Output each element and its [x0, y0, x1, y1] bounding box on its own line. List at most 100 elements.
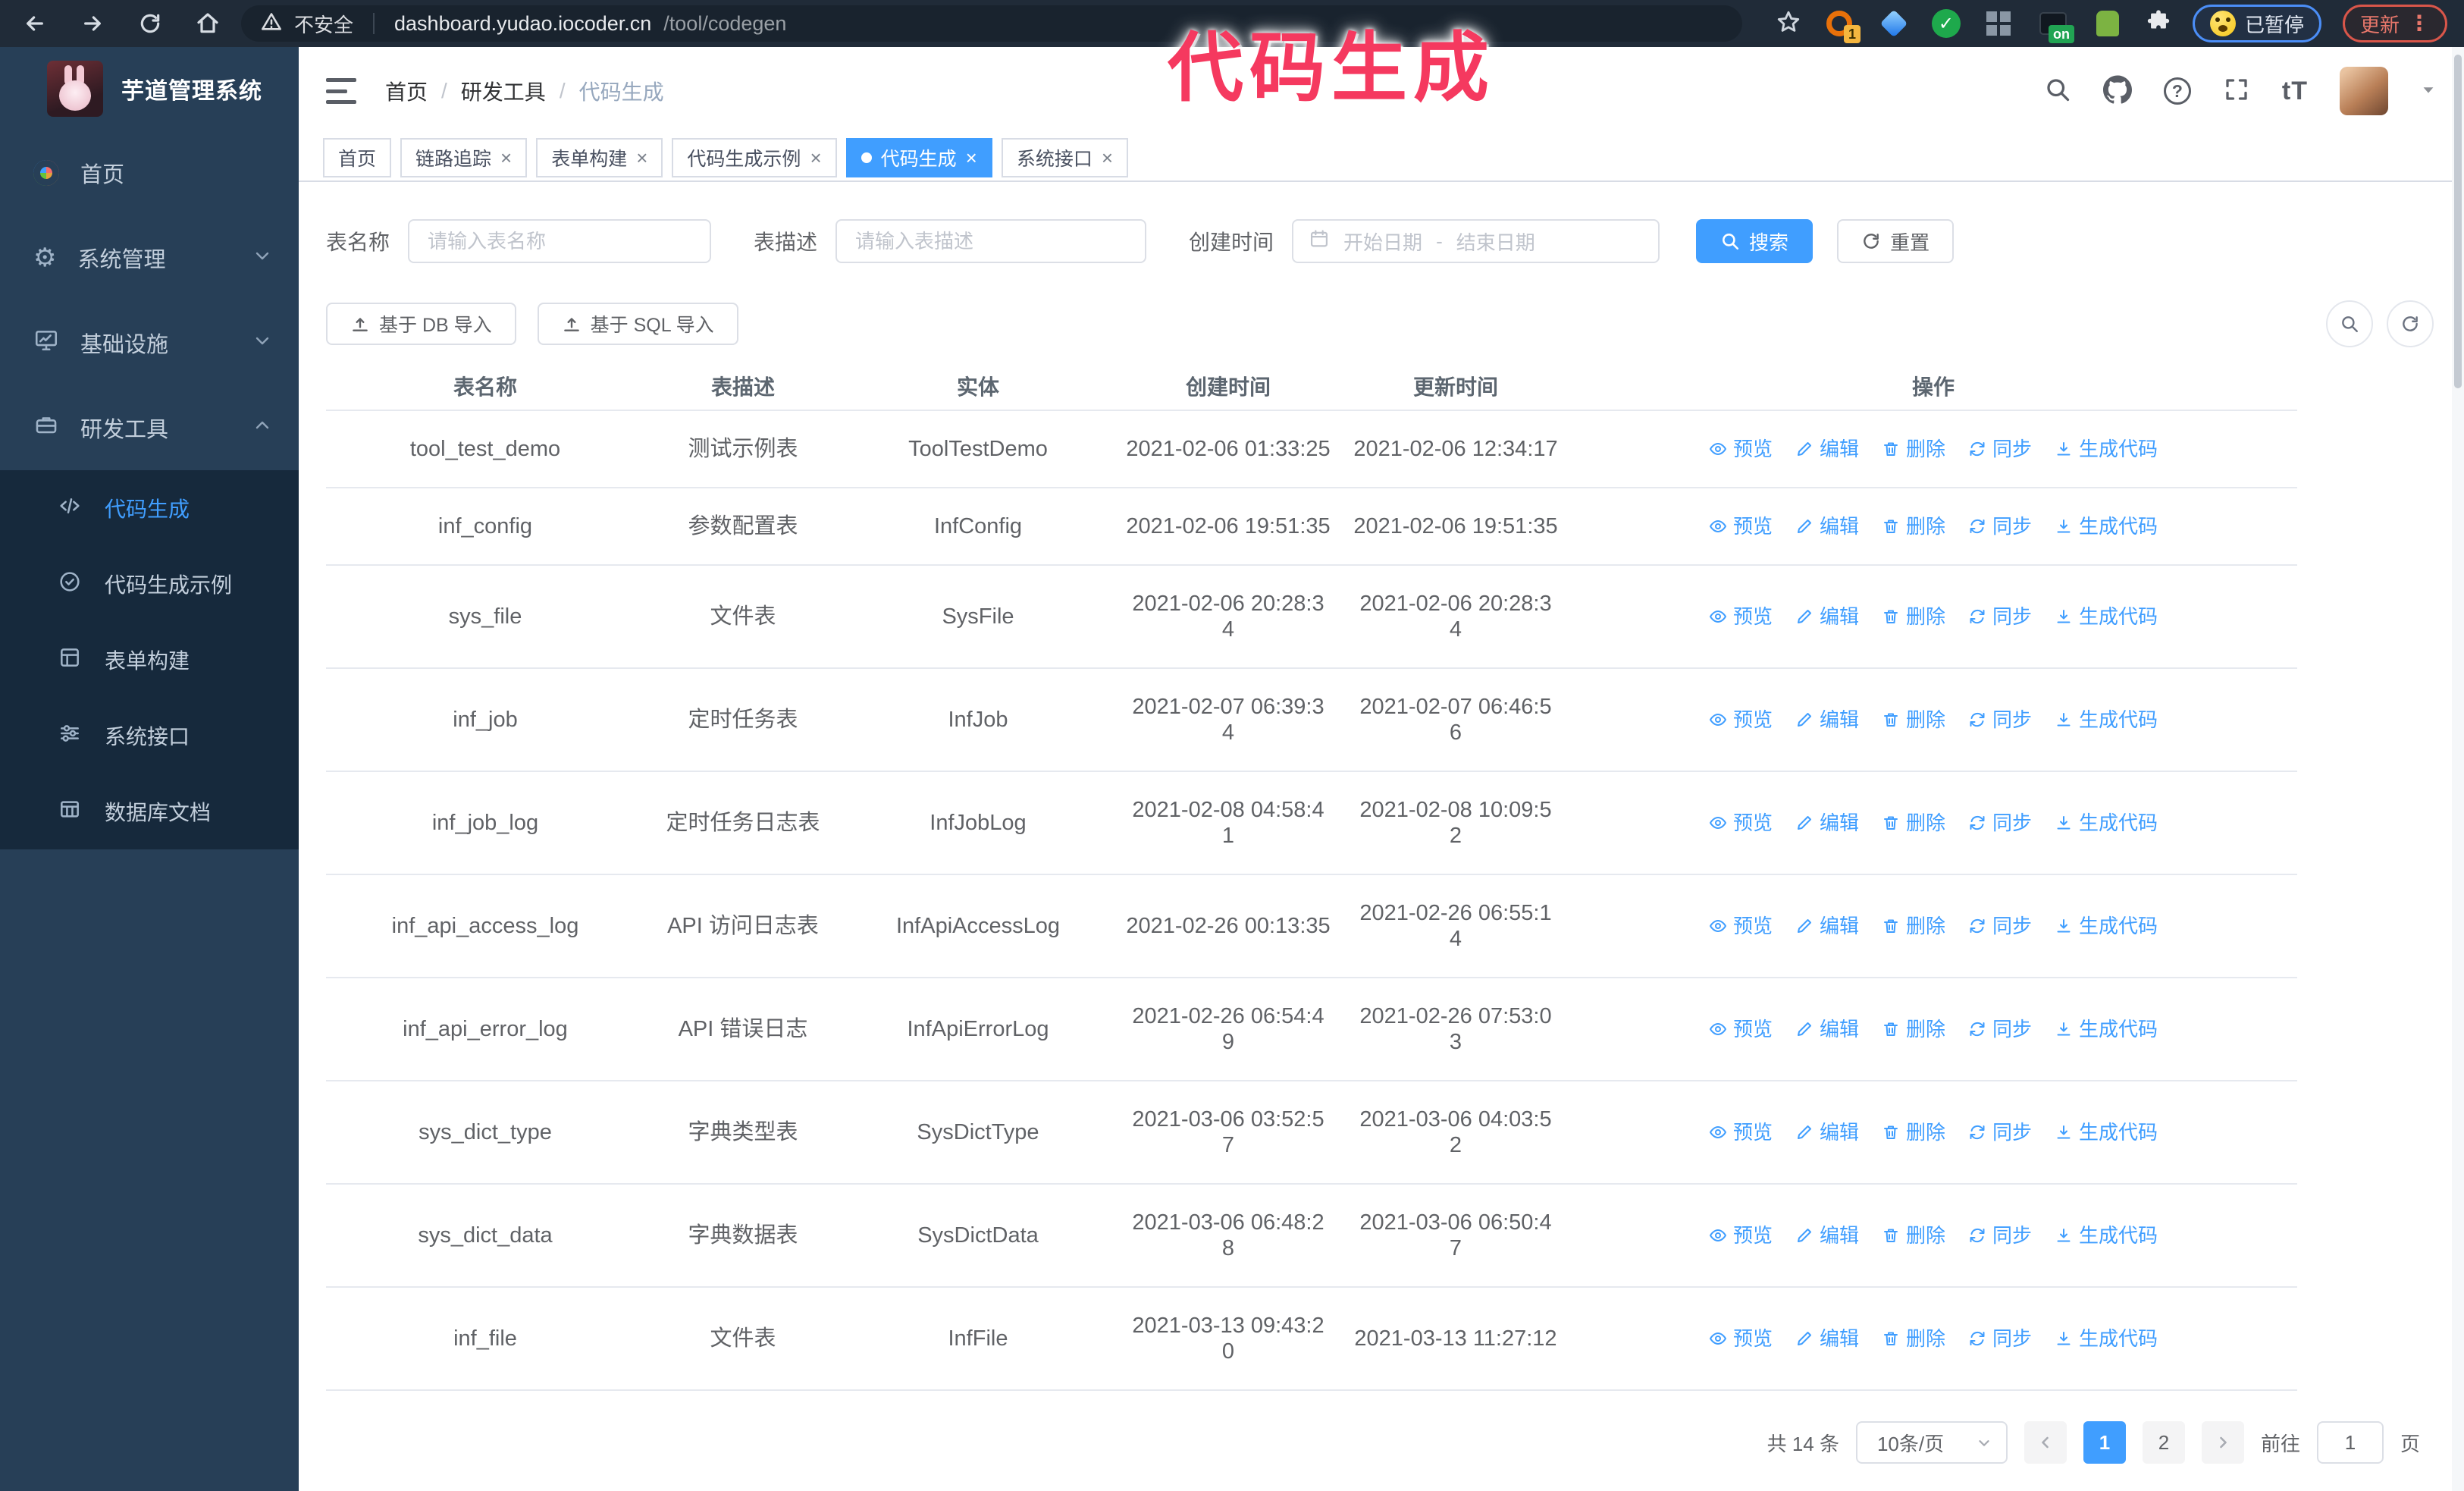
delete-link[interactable]: 删除 — [1882, 1326, 1945, 1351]
page-button-1[interactable]: 1 — [2083, 1421, 2126, 1464]
next-page-button[interactable] — [2201, 1421, 2244, 1464]
table-name-input[interactable] — [408, 219, 712, 263]
breadcrumb-home[interactable]: 首页 — [385, 76, 428, 106]
sync-link[interactable]: 同步 — [1968, 913, 2032, 939]
search-icon[interactable] — [2044, 76, 2071, 107]
preview-link[interactable]: 预览 — [1709, 707, 1773, 733]
sidebar-item-system[interactable]: ⚙ 系统管理 — [0, 215, 299, 300]
sync-link[interactable]: 同步 — [1968, 513, 2032, 539]
breadcrumb-devtools[interactable]: 研发工具 — [461, 76, 546, 106]
sync-link[interactable]: 同步 — [1968, 604, 2032, 629]
import-db-button[interactable]: 基于 DB 导入 — [326, 303, 516, 345]
generate-code-link[interactable]: 生成代码 — [2055, 604, 2158, 629]
sidebar-item-infra[interactable]: 基础设施 — [0, 300, 299, 385]
close-icon[interactable]: × — [500, 148, 512, 168]
tab-tracing[interactable]: 链路追踪 × — [400, 138, 528, 177]
delete-link[interactable]: 删除 — [1882, 913, 1945, 939]
table-desc-input[interactable] — [835, 219, 1147, 263]
avatar[interactable] — [2340, 67, 2388, 115]
close-icon[interactable]: × — [966, 148, 977, 168]
tab-codegen-example[interactable]: 代码生成示例 × — [672, 138, 837, 177]
generate-code-link[interactable]: 生成代码 — [2055, 810, 2158, 836]
sync-link[interactable]: 同步 — [1968, 1016, 2032, 1042]
profile-paused-chip[interactable]: 已暂停 — [2192, 5, 2321, 42]
bookmark-star-icon[interactable] — [1776, 9, 1801, 39]
page-size-select[interactable]: 10条/页 — [1855, 1421, 2008, 1464]
sync-link[interactable]: 同步 — [1968, 1223, 2032, 1248]
reset-button[interactable]: 重置 — [1837, 219, 1955, 263]
browser-update-chip[interactable]: 更新 ⋮ — [2342, 5, 2447, 42]
tab-home[interactable]: 首页 — [323, 138, 392, 177]
sidebar-item-db-doc[interactable]: 数据库文档 — [0, 774, 299, 849]
sidebar-item-form-builder[interactable]: 表单构建 — [0, 622, 299, 698]
edit-link[interactable]: 编辑 — [1795, 1016, 1859, 1042]
date-start-placeholder[interactable]: 开始日期 — [1343, 228, 1422, 256]
github-icon[interactable] — [2102, 74, 2132, 108]
close-icon[interactable]: × — [1102, 148, 1113, 168]
delete-link[interactable]: 删除 — [1882, 1223, 1945, 1248]
sync-link[interactable]: 同步 — [1968, 1119, 2032, 1145]
sidebar-logo-row[interactable]: 芋道管理系统 — [0, 47, 299, 130]
extension-check-icon[interactable]: ✓ — [1931, 9, 1961, 38]
page-button-2[interactable]: 2 — [2142, 1421, 2185, 1464]
address-bar[interactable]: 不安全 dashboard.yudao.iocoder.cn/tool/code… — [241, 5, 1742, 42]
preview-link[interactable]: 预览 — [1709, 604, 1773, 629]
preview-link[interactable]: 预览 — [1709, 1119, 1773, 1145]
delete-link[interactable]: 删除 — [1882, 436, 1945, 462]
prev-page-button[interactable] — [2024, 1421, 2067, 1464]
extensions-puzzle-icon[interactable] — [2146, 9, 2171, 39]
generate-code-link[interactable]: 生成代码 — [2055, 1119, 2158, 1145]
back-icon[interactable] — [23, 11, 47, 36]
delete-link[interactable]: 删除 — [1882, 1016, 1945, 1042]
font-size-icon[interactable]: tT — [2282, 77, 2308, 106]
sidebar-item-system-api[interactable]: 系统接口 — [0, 698, 299, 774]
preview-link[interactable]: 预览 — [1709, 1223, 1773, 1248]
delete-link[interactable]: 删除 — [1882, 707, 1945, 733]
date-range-picker[interactable]: 开始日期 - 结束日期 — [1292, 219, 1660, 263]
sync-link[interactable]: 同步 — [1968, 707, 2032, 733]
edit-link[interactable]: 编辑 — [1795, 436, 1859, 462]
extension-grid-icon[interactable] — [1982, 7, 2015, 40]
generate-code-link[interactable]: 生成代码 — [2055, 1223, 2158, 1248]
hamburger-icon[interactable] — [326, 78, 356, 104]
edit-link[interactable]: 编辑 — [1795, 913, 1859, 939]
import-sql-button[interactable]: 基于 SQL 导入 — [537, 303, 738, 345]
delete-link[interactable]: 删除 — [1882, 513, 1945, 539]
sync-link[interactable]: 同步 — [1968, 436, 2032, 462]
sidebar-item-home[interactable]: 首页 — [0, 130, 299, 215]
edit-link[interactable]: 编辑 — [1795, 810, 1859, 836]
edit-link[interactable]: 编辑 — [1795, 1119, 1859, 1145]
fullscreen-icon[interactable] — [2223, 76, 2250, 107]
toggle-search-button[interactable] — [2326, 300, 2373, 347]
generate-code-link[interactable]: 生成代码 — [2055, 513, 2158, 539]
preview-link[interactable]: 预览 — [1709, 1016, 1773, 1042]
caret-down-icon[interactable] — [2420, 81, 2437, 102]
security-label[interactable]: 不安全 — [294, 10, 353, 38]
edit-link[interactable]: 编辑 — [1795, 707, 1859, 733]
search-button[interactable]: 搜索 — [1696, 219, 1814, 263]
goto-page-input[interactable] — [2316, 1421, 2384, 1464]
sidebar-item-codegen-example[interactable]: 代码生成示例 — [0, 546, 299, 622]
extension-switch-icon[interactable]: on — [2036, 7, 2074, 43]
generate-code-link[interactable]: 生成代码 — [2055, 707, 2158, 733]
edit-link[interactable]: 编辑 — [1795, 604, 1859, 629]
generate-code-link[interactable]: 生成代码 — [2055, 1016, 2158, 1042]
preview-link[interactable]: 预览 — [1709, 1326, 1773, 1351]
generate-code-link[interactable]: 生成代码 — [2055, 1326, 2158, 1351]
reload-icon[interactable] — [138, 11, 162, 36]
scrollbar-thumb[interactable] — [2454, 55, 2462, 388]
delete-link[interactable]: 删除 — [1882, 810, 1945, 836]
tab-form-builder[interactable]: 表单构建 × — [536, 138, 663, 177]
sync-link[interactable]: 同步 — [1968, 1326, 2032, 1351]
preview-link[interactable]: 预览 — [1709, 436, 1773, 462]
preview-link[interactable]: 预览 — [1709, 810, 1773, 836]
sidebar-item-codegen[interactable]: 代码生成 — [0, 470, 299, 546]
delete-link[interactable]: 删除 — [1882, 1119, 1945, 1145]
sync-link[interactable]: 同步 — [1968, 810, 2032, 836]
generate-code-link[interactable]: 生成代码 — [2055, 913, 2158, 939]
edit-link[interactable]: 编辑 — [1795, 513, 1859, 539]
generate-code-link[interactable]: 生成代码 — [2055, 436, 2158, 462]
tab-system-api[interactable]: 系统接口 × — [1001, 138, 1129, 177]
date-end-placeholder[interactable]: 结束日期 — [1456, 228, 1535, 256]
extension-feed-icon[interactable]: 1 — [1823, 7, 1861, 43]
